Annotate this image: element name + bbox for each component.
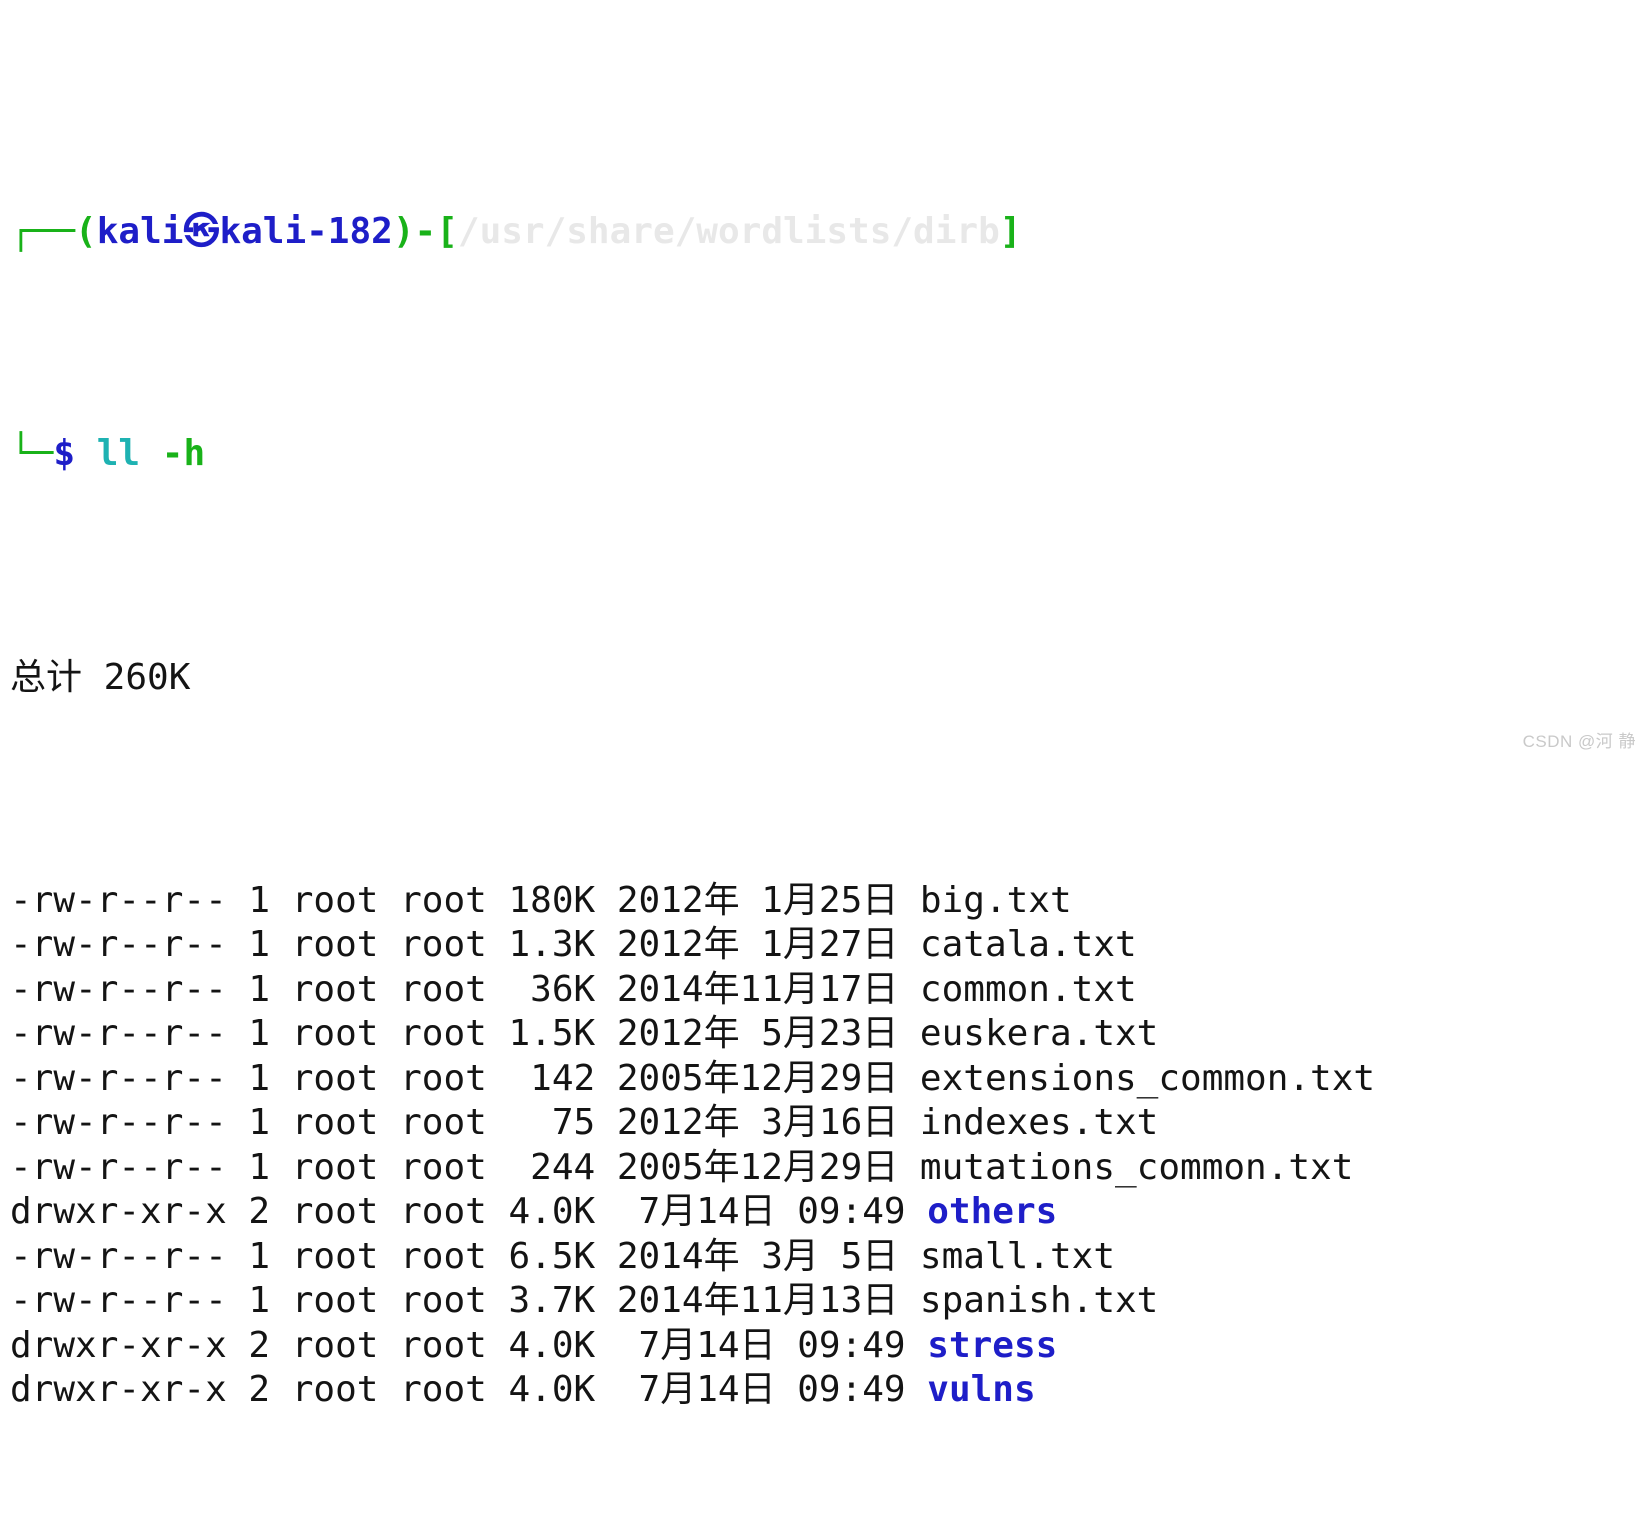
command-name: ll [96,433,141,474]
table-row[interactable]: -rw-r--r-- 1 root root 142 2005年12月29日 e… [10,1057,1375,1102]
table-row[interactable]: -rw-r--r-- 1 root root 1.5K 2012年 5月23日 … [10,1012,1375,1057]
terminal-screen[interactable]: ┌──(kali㉿kali-182)-[/usr/share/wordlists… [10,32,1375,1516]
table-row[interactable]: drwxr-xr-x 2 root root 4.0K 7月14日 09:49 … [10,1190,1375,1235]
prompt-branch-bottom-icon: └─ [10,433,54,474]
file-listing[interactable]: -rw-r--r-- 1 root root 180K 2012年 1月25日 … [10,879,1375,1413]
table-row[interactable]: drwxr-xr-x 2 root root 4.0K 7月14日 09:49 … [10,1368,1375,1413]
prompt-dash: - [414,211,437,252]
output-total-line: 总计 260K [10,657,191,698]
prompt-line-command[interactable]: └─$ ll -h [10,432,1375,478]
row-metadata: -rw-r--r-- 1 root root 1.3K 2012年 1月27日 … [10,924,1137,965]
table-row[interactable]: -rw-r--r-- 1 root root 3.7K 2014年11月13日 … [10,1279,1375,1324]
row-metadata: -rw-r--r-- 1 root root 244 2005年12月29日 m… [10,1146,1354,1188]
terminal-window: ┌──(kali㉿kali-182)-[/usr/share/wordlists… [0,0,1650,1410]
directory-name[interactable]: vulns [927,1369,1035,1410]
kali-logo-icon: ㉿ [183,211,220,252]
row-metadata: drwxr-xr-x 2 root root 4.0K 7月14日 09:49 [10,1324,928,1366]
prompt-paren-close: ) [392,211,415,252]
row-metadata: -rw-r--r-- 1 root root 1.5K 2012年 5月23日 … [10,1013,1159,1054]
table-row[interactable]: -rw-r--r-- 1 root root 1.3K 2012年 1月27日 … [10,923,1375,968]
directory-name[interactable]: stress [927,1325,1057,1366]
table-row[interactable]: -rw-r--r-- 1 root root 6.5K 2014年 3月 5日 … [10,1235,1375,1280]
prompt-user: kali [96,211,184,252]
prompt-bracket-open: [ [436,211,458,252]
prompt-host: kali-182 [219,211,393,252]
row-metadata: -rw-r--r-- 1 root root 180K 2012年 1月25日 … [10,879,1072,921]
directory-name[interactable]: others [927,1191,1057,1232]
row-metadata: -rw-r--r-- 1 root root 6.5K 2014年 3月 5日 … [10,1235,1115,1277]
prompt-branch-top-icon: ┌── [10,211,76,252]
row-metadata: -rw-r--r-- 1 root root 75 2012年 3月16日 in… [10,1102,1159,1143]
row-metadata: -rw-r--r-- 1 root root 142 2005年12月29日 e… [10,1057,1376,1099]
watermark: CSDN @河 静 [1522,732,1636,751]
prompt-bracket-close: ] [999,211,1022,252]
table-row[interactable]: -rw-r--r-- 1 root root 75 2012年 3月16日 in… [10,1101,1375,1146]
prompt-path: /usr/share/wordlists/dirb [457,211,1000,252]
command-args: -h [161,433,206,474]
prompt-paren-open: ( [75,211,97,252]
row-metadata: -rw-r--r-- 1 root root 3.7K 2014年11月13日 … [10,1280,1159,1321]
prompt-line-top: ┌──(kali㉿kali-182)-[/usr/share/wordlists… [10,210,1375,254]
row-metadata: -rw-r--r-- 1 root root 36K 2014年11月17日 c… [10,968,1137,1010]
table-row[interactable]: drwxr-xr-x 2 root root 4.0K 7月14日 09:49 … [10,1324,1375,1369]
table-row[interactable]: -rw-r--r-- 1 root root 36K 2014年11月17日 c… [10,968,1375,1013]
table-row[interactable]: -rw-r--r-- 1 root root 244 2005年12月29日 m… [10,1146,1375,1191]
row-metadata: drwxr-xr-x 2 root root 4.0K 7月14日 09:49 [10,1369,928,1410]
table-row[interactable]: -rw-r--r-- 1 root root 180K 2012年 1月25日 … [10,879,1375,924]
prompt-sigil: $ [53,433,76,474]
row-metadata: drwxr-xr-x 2 root root 4.0K 7月14日 09:49 [10,1191,928,1232]
